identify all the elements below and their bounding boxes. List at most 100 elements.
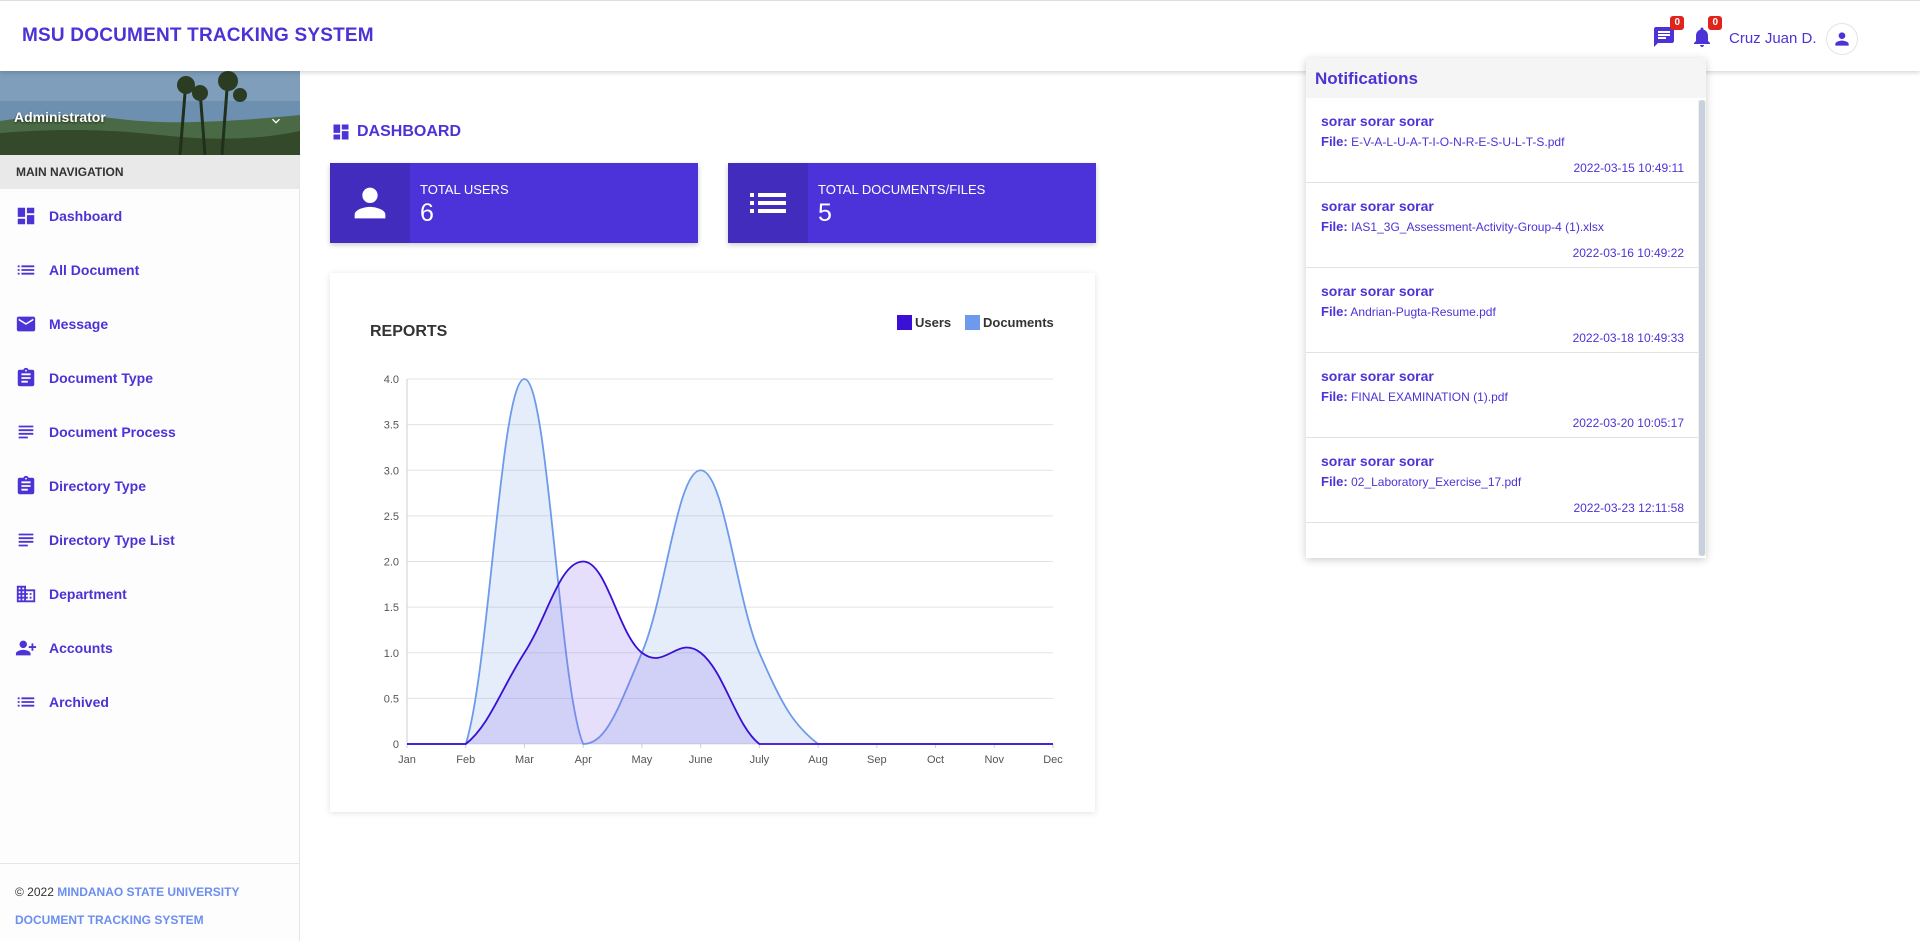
sidebar-footer: © 2022 MINDANAO STATE UNIVERSITY DOCUMEN… <box>0 863 300 941</box>
sidebar-item-directory-type-list[interactable]: Directory Type List <box>0 513 299 567</box>
messages-badge: 0 <box>1670 16 1684 30</box>
y-tick-label: 1.5 <box>384 602 399 614</box>
x-tick-label: Apr <box>575 754 592 766</box>
sidebar-item-label: Department <box>49 586 127 602</box>
file-label: File: <box>1321 474 1348 489</box>
notifications-button[interactable]: 0 <box>1690 16 1722 49</box>
sidebar-item-label: Dashboard <box>49 208 123 224</box>
reports-chart: 0 0.5 1.0 1.5 2.0 2.5 3.0 3.5 4.0 Jan Feb Mar Apr May… <box>384 374 1064 766</box>
x-tick-label: July <box>750 754 770 766</box>
file-label: File: <box>1321 389 1348 404</box>
nav-list: Dashboard All Document Message Document … <box>0 189 299 729</box>
sidebar-item-label: All Document <box>49 262 140 278</box>
notification-time: 2022-03-15 10:49:11 <box>1573 161 1684 175</box>
footer-org-link-line2[interactable]: DOCUMENT TRACKING SYSTEM <box>15 913 204 927</box>
sidebar-item-department[interactable]: Department <box>0 567 299 621</box>
notification-file: File: Andrian-Pugta-Resume.pdf <box>1321 304 1683 319</box>
y-tick-label: 0.5 <box>384 693 399 705</box>
notification-sender: sorar sorar sorar <box>1321 368 1434 384</box>
page-title-text: DASHBOARD <box>357 123 461 140</box>
stat-card-total-users[interactable]: TOTAL USERS 6 <box>330 163 698 243</box>
x-tick-label: May <box>632 754 653 766</box>
notifications-title: Notifications <box>1306 58 1706 98</box>
notification-item[interactable]: sorar sorar sorar File: FINAL EXAMINATIO… <box>1306 353 1698 438</box>
sidebar-item-label: Document Type <box>49 370 153 386</box>
copyright-text: © 2022 <box>15 885 58 899</box>
notification-time: 2022-03-18 10:49:33 <box>1572 331 1684 345</box>
list-icon <box>17 265 35 275</box>
x-tick-label: Dec <box>1043 754 1063 766</box>
stat-icon-area <box>330 163 410 243</box>
file-name: IAS1_3G_Assessment-Activity-Group-4 (1).… <box>1351 220 1604 234</box>
sidebar-item-document-type[interactable]: Document Type <box>0 351 299 405</box>
x-tick-label: Jan <box>398 754 416 766</box>
notification-sender: sorar sorar sorar <box>1321 453 1434 469</box>
sidebar-item-all-document[interactable]: All Document <box>0 243 299 297</box>
notification-item[interactable]: sorar sorar sorar File: IAS1_3G_Assessme… <box>1306 183 1698 268</box>
file-name: 02_Laboratory_Exercise_17.pdf <box>1351 475 1522 489</box>
x-tick-label: Oct <box>927 754 944 766</box>
notification-file: File: IAS1_3G_Assessment-Activity-Group-… <box>1321 219 1683 234</box>
building-icon <box>16 585 36 603</box>
sidebar-item-message[interactable]: Message <box>0 297 299 351</box>
sidebar-item-label: Document Process <box>49 424 176 440</box>
mail-icon <box>16 316 36 332</box>
stat-card-total-documents[interactable]: TOTAL DOCUMENTS/FILES 5 <box>728 163 1096 243</box>
y-tick-label: 3.0 <box>384 465 399 477</box>
y-tick-label: 4.0 <box>384 374 399 386</box>
footer-org-link-line1[interactable]: MINDANAO STATE UNIVERSITY <box>57 885 239 899</box>
y-tick-label: 2.0 <box>384 557 399 569</box>
notifications-list: sorar sorar sorar File: E-V-A-L-U-A-T-I-… <box>1306 98 1698 523</box>
person-icon <box>354 187 386 219</box>
sidebar: Administrator MAIN NAVIGATION Dashboard … <box>0 71 300 941</box>
notification-file: File: E-V-A-L-U-A-T-I-O-N-R-E-S-U-L-T-S.… <box>1321 134 1683 149</box>
notification-item[interactable]: sorar sorar sorar File: E-V-A-L-U-A-T-I-… <box>1306 98 1698 183</box>
notification-file: File: FINAL EXAMINATION (1).pdf <box>1321 389 1683 404</box>
user-role: Administrator <box>14 109 106 125</box>
x-tick-label: Sep <box>867 754 887 766</box>
sidebar-item-archived[interactable]: Archived <box>0 675 299 729</box>
notification-sender: sorar sorar sorar <box>1321 283 1434 299</box>
list-icon <box>17 697 35 707</box>
y-tick-label: 3.5 <box>384 420 399 432</box>
scrollbar-thumb[interactable] <box>1699 100 1705 556</box>
lines-icon <box>18 533 34 547</box>
person-add-icon <box>15 640 37 656</box>
file-label: File: <box>1321 304 1348 319</box>
app-brand[interactable]: MSU DOCUMENT TRACKING SYSTEM <box>22 25 374 47</box>
file-name: Andrian-Pugta-Resume.pdf <box>1350 305 1496 319</box>
notification-item[interactable]: sorar sorar sorar File: 02_Laboratory_Ex… <box>1306 438 1698 523</box>
sidebar-item-label: Message <box>49 316 109 332</box>
notification-time: 2022-03-20 10:05:17 <box>1572 416 1684 430</box>
dashboard-icon <box>333 124 349 140</box>
sidebar-item-accounts[interactable]: Accounts <box>0 621 299 675</box>
file-name: FINAL EXAMINATION (1).pdf <box>1351 390 1508 404</box>
notification-item[interactable]: sorar sorar sorar File: Andrian-Pugta-Re… <box>1306 268 1698 353</box>
x-tick-label: June <box>689 754 713 766</box>
file-name: E-V-A-L-U-A-T-I-O-N-R-E-S-U-L-T-S.pdf <box>1351 135 1565 149</box>
x-tick-label: Feb <box>456 754 475 766</box>
clipboard-icon <box>17 475 35 495</box>
notification-file: File: 02_Laboratory_Exercise_17.pdf <box>1321 474 1683 489</box>
notification-sender: sorar sorar sorar <box>1321 198 1434 214</box>
chevron-down-icon[interactable] <box>268 113 284 129</box>
user-name[interactable]: Cruz Juan D. <box>1729 30 1817 47</box>
clipboard-icon <box>17 367 35 387</box>
sidebar-item-document-process[interactable]: Document Process <box>0 405 299 459</box>
avatar[interactable] <box>1826 23 1858 55</box>
list-icon <box>750 193 786 213</box>
notifications-badge: 0 <box>1708 16 1722 30</box>
messages-button[interactable]: 0 <box>1652 16 1684 49</box>
y-tick-label: 1.0 <box>384 648 399 660</box>
sidebar-item-directory-type[interactable]: Directory Type <box>0 459 299 513</box>
y-tick-label: 2.5 <box>384 511 399 523</box>
x-tick-label: Aug <box>808 754 828 766</box>
notifications-panel: Notifications sorar sorar sorar File: E-… <box>1306 58 1706 558</box>
x-tick-label: Nov <box>984 754 1004 766</box>
reports-card: REPORTS Users Documents 0 0.5 1.0 1.5 2.0 2.5… <box>330 273 1095 812</box>
user-panel: Administrator <box>0 71 300 155</box>
stat-value: 6 <box>420 199 434 227</box>
sidebar-item-dashboard[interactable]: Dashboard <box>0 189 299 243</box>
stat-value: 5 <box>818 199 832 227</box>
stat-label: TOTAL DOCUMENTS/FILES <box>818 182 986 197</box>
